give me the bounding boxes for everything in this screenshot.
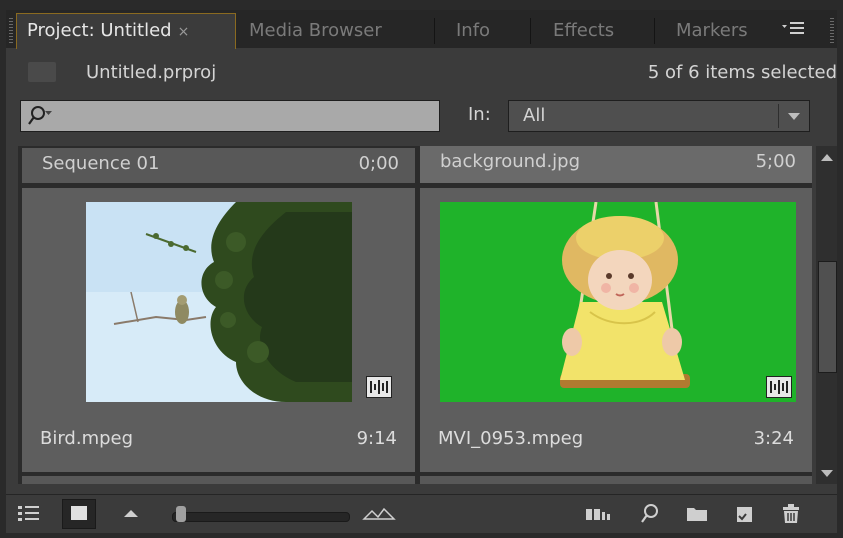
audio-video-badge-icon — [366, 376, 392, 398]
project-item-partial — [22, 476, 415, 484]
item-name: Bird.mpeg — [40, 428, 134, 449]
bottom-toolbar — [6, 494, 837, 533]
item-duration: 0;00 — [358, 153, 399, 174]
search-icon[interactable] — [27, 105, 53, 127]
icon-view-icon[interactable] — [62, 499, 96, 529]
doll-thumbnail — [440, 202, 796, 402]
project-info-row: Untitled.prproj 5 of 6 items selected — [6, 50, 837, 96]
in-filter-value: All — [523, 105, 546, 126]
panel-grip[interactable] — [830, 18, 834, 44]
automate-to-sequence-icon[interactable] — [584, 502, 616, 526]
find-icon[interactable] — [638, 502, 664, 526]
trash-icon[interactable] — [778, 502, 804, 526]
scroll-thumb[interactable] — [818, 261, 837, 373]
panel-grip[interactable] — [9, 18, 13, 44]
tab-separator — [654, 18, 655, 44]
project-file-icon — [28, 62, 56, 82]
tab-separator — [434, 18, 435, 44]
tab-media-browser[interactable]: Media Browser — [249, 14, 382, 48]
tab-label: Media Browser — [249, 20, 382, 41]
in-filter-select[interactable]: All — [508, 100, 810, 132]
item-duration: 3:24 — [753, 428, 794, 449]
tab-label: Project: Untitled — [27, 20, 172, 41]
tab-label: Info — [456, 20, 491, 41]
tab-info[interactable]: Info — [456, 14, 490, 48]
tab-bar: Project: Untitled × Media Browser Info Ef… — [6, 10, 837, 49]
item-name: background.jpg — [440, 151, 581, 172]
project-item-bird[interactable]: Bird.mpeg 9:14 — [22, 188, 415, 472]
scroll-up-icon[interactable] — [821, 154, 833, 161]
search-input[interactable] — [20, 100, 440, 132]
project-items-grid: Sequence 01 0;00 background.jpg 5;00 Bir… — [18, 146, 812, 484]
tab-effects[interactable]: Effects — [553, 14, 614, 48]
item-name: Sequence 01 — [42, 153, 160, 174]
scroll-down-icon[interactable] — [821, 470, 833, 477]
in-label: In: — [468, 104, 491, 125]
project-file-name: Untitled.prproj — [86, 62, 217, 83]
tab-project[interactable]: Project: Untitled × — [16, 13, 236, 49]
zoom-in-icon[interactable] — [362, 502, 396, 526]
item-duration: 5;00 — [755, 151, 796, 172]
tab-markers[interactable]: Markers — [676, 14, 748, 48]
thumbnail-zoom-slider[interactable] — [172, 512, 350, 522]
tab-label: Effects — [553, 20, 615, 41]
new-item-icon[interactable] — [732, 502, 758, 526]
vertical-scrollbar[interactable] — [816, 146, 837, 484]
project-panel: Project: Untitled × Media Browser Info Ef… — [6, 10, 837, 533]
selection-status: 5 of 6 items selected — [647, 62, 837, 83]
tab-close-icon[interactable]: × — [178, 24, 190, 40]
chevron-down-icon[interactable] — [778, 104, 807, 128]
list-view-icon[interactable] — [16, 502, 42, 526]
panel-menu-icon[interactable] — [776, 18, 812, 44]
project-item-mvi-0953[interactable]: MVI_0953.mpeg 3:24 — [420, 188, 812, 472]
audio-video-badge-icon — [766, 376, 792, 398]
zoom-out-icon[interactable] — [118, 502, 144, 526]
thumbnail-zoom-slider-knob[interactable] — [176, 506, 187, 522]
project-item-sequence-01[interactable]: Sequence 01 0;00 — [22, 148, 415, 183]
bird-thumbnail — [86, 202, 352, 402]
project-item-partial — [420, 476, 812, 484]
project-item-background[interactable]: background.jpg 5;00 — [420, 146, 812, 183]
new-bin-icon[interactable] — [684, 502, 710, 526]
icon-view-glyph — [71, 506, 87, 520]
item-name: MVI_0953.mpeg — [438, 428, 584, 449]
tab-separator — [530, 18, 531, 44]
tab-label: Markers — [676, 20, 748, 41]
item-duration: 9:14 — [356, 428, 397, 449]
